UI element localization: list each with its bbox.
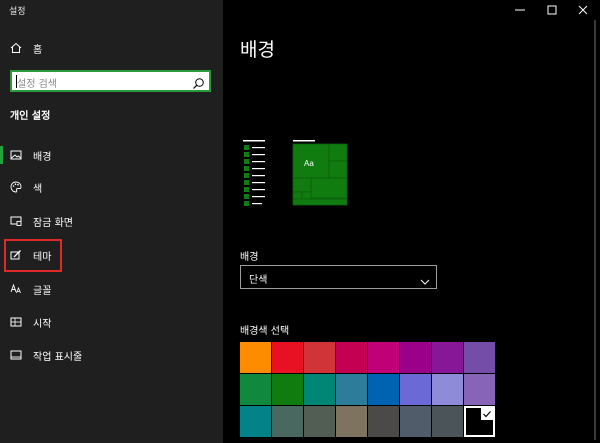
sidebar-home-label: 홈	[33, 44, 43, 56]
palette-icon	[10, 181, 22, 193]
sidebar-item-label: 잠금 화면	[33, 217, 73, 229]
preview-tiles: Aa	[292, 140, 348, 206]
checkmark-icon	[481, 408, 493, 420]
page-title: 배경	[240, 39, 275, 61]
color-swatch[interactable]	[240, 342, 271, 373]
color-swatch[interactable]	[272, 406, 303, 437]
color-swatch[interactable]	[304, 374, 335, 405]
sidebar-item-label: 색	[33, 183, 43, 195]
background-type-dropdown[interactable]: 단색	[240, 265, 437, 289]
scrollbar[interactable]	[594, 20, 596, 440]
sidebar-item-background[interactable]: 배경	[0, 140, 223, 170]
background-label: 배경	[240, 252, 259, 263]
color-swatch[interactable]	[432, 374, 463, 405]
preview-tile-text: Aa	[304, 159, 314, 168]
sidebar-item-label: 작업 표시줄	[33, 351, 83, 363]
sidebar-item-label: 시작	[33, 318, 52, 330]
window-title: 설정	[9, 7, 26, 17]
color-swatch[interactable]	[464, 374, 495, 405]
picture-icon	[10, 149, 22, 161]
section-title: 개인 설정	[10, 111, 51, 122]
chevron-down-icon	[420, 272, 430, 291]
color-swatch[interactable]	[368, 374, 399, 405]
home-icon	[10, 42, 22, 54]
lock-screen-icon	[10, 215, 22, 227]
color-swatch[interactable]	[400, 374, 431, 405]
maximize-icon[interactable]	[537, 0, 567, 20]
sidebar-item-color[interactable]: 색	[0, 172, 223, 202]
search-placeholder: 설정 검색	[17, 79, 57, 90]
color-swatch[interactable]	[464, 342, 495, 373]
color-swatch[interactable]	[464, 406, 495, 437]
color-swatch[interactable]	[304, 342, 335, 373]
font-icon	[10, 283, 22, 295]
close-icon[interactable]	[568, 0, 598, 20]
start-menu-preview: Aa	[243, 140, 348, 206]
highlight-box	[4, 239, 62, 272]
color-swatch[interactable]	[272, 342, 303, 373]
search-input[interactable]: 설정 검색	[10, 70, 211, 92]
color-swatch[interactable]	[336, 374, 367, 405]
color-swatch[interactable]	[272, 374, 303, 405]
sidebar-item-start[interactable]: 시작	[0, 307, 223, 337]
color-swatch[interactable]	[368, 342, 399, 373]
color-swatch[interactable]	[400, 342, 431, 373]
color-swatch[interactable]	[240, 374, 271, 405]
color-swatch[interactable]	[336, 406, 367, 437]
color-swatch[interactable]	[432, 342, 463, 373]
sidebar-item-taskbar[interactable]: 작업 표시줄	[0, 340, 223, 370]
color-swatch[interactable]	[400, 406, 431, 437]
color-swatch[interactable]	[368, 406, 399, 437]
taskbar-icon	[10, 349, 22, 361]
start-icon	[10, 316, 22, 328]
minimize-icon[interactable]	[505, 0, 535, 20]
sidebar-item-home[interactable]: 홈	[0, 33, 223, 63]
sidebar-item-label: 글꼴	[33, 285, 52, 297]
sidebar: 홈 설정 검색 개인 설정 배경 색 잠금 화면 테마 글꼴 시작 작업 표시줄	[0, 0, 223, 443]
preview-app-list	[243, 140, 265, 206]
search-icon[interactable]	[192, 75, 205, 89]
color-swatch[interactable]	[240, 406, 271, 437]
color-swatch[interactable]	[336, 342, 367, 373]
sidebar-item-lock-screen[interactable]: 잠금 화면	[0, 206, 223, 236]
color-swatch[interactable]	[432, 406, 463, 437]
title-bar[interactable]: 설정	[0, 0, 600, 20]
color-picker-label: 배경색 선택	[240, 326, 290, 337]
dropdown-value: 단색	[249, 275, 268, 286]
sidebar-item-label: 배경	[33, 151, 52, 163]
sidebar-item-fonts[interactable]: 글꼴	[0, 274, 223, 304]
color-swatch[interactable]	[304, 406, 335, 437]
